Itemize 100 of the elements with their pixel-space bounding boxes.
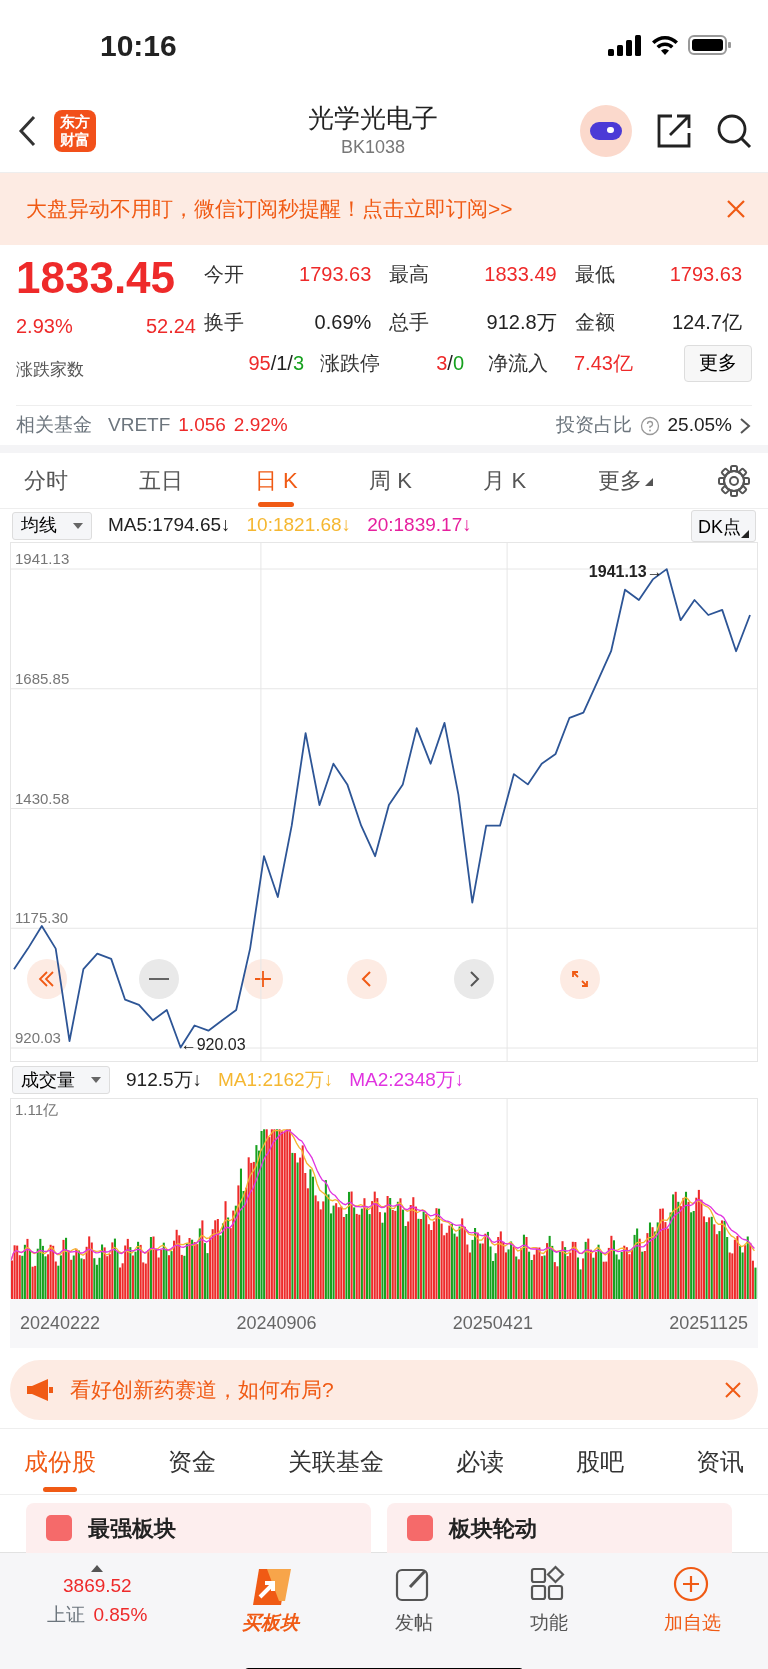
axis-label: 1430.58 <box>15 789 70 807</box>
section-tab[interactable]: 必读 <box>450 1433 510 1490</box>
date-label: 20240906 <box>236 1311 317 1335</box>
axis-label: 1175.30 <box>15 909 69 927</box>
fund-price: 1.056 <box>178 413 226 438</box>
previous-button[interactable] <box>347 959 387 999</box>
dropdown-icon <box>91 1077 101 1083</box>
signal-icon <box>608 34 642 56</box>
search-icon <box>716 113 752 149</box>
annotation-label: ←920.03 <box>180 1035 246 1053</box>
fullscreen-button[interactable] <box>560 959 600 999</box>
expand-icon <box>570 969 590 989</box>
axis-label: 920.03 <box>15 1029 61 1046</box>
feature-card[interactable]: 最强板块 <box>26 1503 371 1553</box>
stat-label: 最低 <box>574 262 616 287</box>
legend-value: MA2:2348万↓ <box>349 1067 465 1092</box>
help-icon <box>639 415 660 436</box>
legend-value: MA5:1794.65↓ <box>108 513 231 538</box>
change-value: 52.24 <box>145 314 196 339</box>
limit-label: 涨跌停 <box>320 351 381 377</box>
index-value: 3869.52 <box>63 1574 132 1598</box>
stat-value: 0.69% <box>313 310 373 335</box>
ratio-label: 投资占比 <box>555 413 632 438</box>
zoom-out-button[interactable] <box>139 959 179 999</box>
wifi-icon <box>650 34 680 56</box>
chart-tab[interactable]: 五日 <box>133 456 190 505</box>
index-name: 上证 <box>47 1602 86 1627</box>
legend-value: 10:1821.68↓ <box>246 513 352 538</box>
share-icon <box>656 113 692 149</box>
dropdown-icon <box>644 478 653 487</box>
axis-label: 1941.13 <box>15 550 70 567</box>
change-percent: 2.93% <box>16 314 73 339</box>
dropdown-icon <box>73 522 83 529</box>
up-triangle-icon <box>91 1565 104 1572</box>
sector-code: BK1038 <box>340 135 406 159</box>
inflow-label: 净流入 <box>488 351 548 377</box>
dropdown-icon <box>741 529 749 538</box>
feature-card[interactable]: 板块轮动 <box>387 1503 732 1553</box>
card-title: 最强板块 <box>88 1514 176 1543</box>
stat-value: 1793.63 <box>298 262 373 287</box>
ratio-value: 25.05% <box>667 413 732 438</box>
status-time: 10:16 <box>100 27 177 64</box>
search-button[interactable] <box>716 113 752 149</box>
fund-code: VRETF <box>108 413 171 438</box>
section-tab[interactable]: 股吧 <box>570 1433 630 1490</box>
zoom-in-button[interactable] <box>243 959 283 999</box>
stat-label: 换手 <box>204 310 245 335</box>
logo-text: 财富 <box>60 131 90 149</box>
section-tab[interactable]: 资讯 <box>690 1433 750 1490</box>
chart-tab[interactable]: 月 K <box>477 456 533 505</box>
fund-label: 相关基金 <box>16 413 92 438</box>
next-button[interactable] <box>454 959 494 999</box>
chart-tab[interactable]: 更多 <box>591 456 659 505</box>
megaphone-icon <box>26 1378 54 1402</box>
share-button[interactable] <box>656 113 692 149</box>
card-title: 板块轮动 <box>449 1514 537 1543</box>
settings-button[interactable] <box>717 464 750 497</box>
assistant-avatar[interactable] <box>580 105 632 157</box>
plus-icon <box>253 969 273 989</box>
stat-value: 124.7亿 <box>670 310 743 335</box>
stat-label: 金额 <box>574 310 616 335</box>
indicator-selector[interactable]: 均线 <box>12 511 92 540</box>
limit-value: 3/0 <box>435 351 464 377</box>
inflow-value: 7.43亿 <box>574 351 633 377</box>
section-tab[interactable]: 关联基金 <box>282 1433 390 1490</box>
card-icon <box>407 1515 433 1541</box>
logo-text: 东方 <box>60 113 90 131</box>
date-label: 20240222 <box>20 1311 101 1335</box>
indicator-selector[interactable]: 成交量 <box>12 1066 110 1094</box>
nav-item[interactable]: 功能 <box>528 1565 569 1638</box>
chart-tab[interactable]: 周 K <box>363 456 418 505</box>
rewind-icon <box>37 969 57 989</box>
stat-value: 912.8万 <box>485 310 558 335</box>
settings-icon <box>717 464 750 497</box>
dk-button[interactable]: DK点 <box>691 509 756 542</box>
chart-tab[interactable]: 分时 <box>18 456 74 505</box>
index-change: 0.85% <box>93 1602 148 1627</box>
fund-change: 2.92% <box>233 413 288 438</box>
nav-item[interactable]: 发帖 <box>393 1565 434 1638</box>
legend-value: MA1:2162万↓ <box>218 1067 334 1092</box>
axis-label: 1685.85 <box>15 669 70 687</box>
legend-value: 912.5万↓ <box>126 1067 203 1092</box>
visor-icon <box>589 121 623 141</box>
breadth-value: 95/1/3 <box>247 351 304 377</box>
date-label: 20251125 <box>669 1311 748 1335</box>
breadth-label: 涨跌家数 <box>16 360 84 379</box>
date-label: 20250421 <box>452 1311 533 1335</box>
more-button[interactable]: 更多 <box>684 345 752 382</box>
stat-value: 1793.63 <box>668 262 743 287</box>
legend-value: 20:1839.17↓ <box>367 513 472 538</box>
close-button[interactable] <box>726 199 746 219</box>
stat-value: 1833.49 <box>483 262 558 287</box>
rewind-button[interactable] <box>27 959 67 999</box>
section-tab[interactable]: 资金 <box>162 1433 222 1490</box>
back-button[interactable] <box>16 114 38 148</box>
card-icon <box>46 1515 72 1541</box>
index-quote[interactable]: 3869.52 上证 0.85% <box>47 1565 148 1629</box>
back-icon <box>16 114 38 148</box>
battery-icon <box>688 34 732 56</box>
axis-label: 1.11亿 <box>15 1101 59 1118</box>
